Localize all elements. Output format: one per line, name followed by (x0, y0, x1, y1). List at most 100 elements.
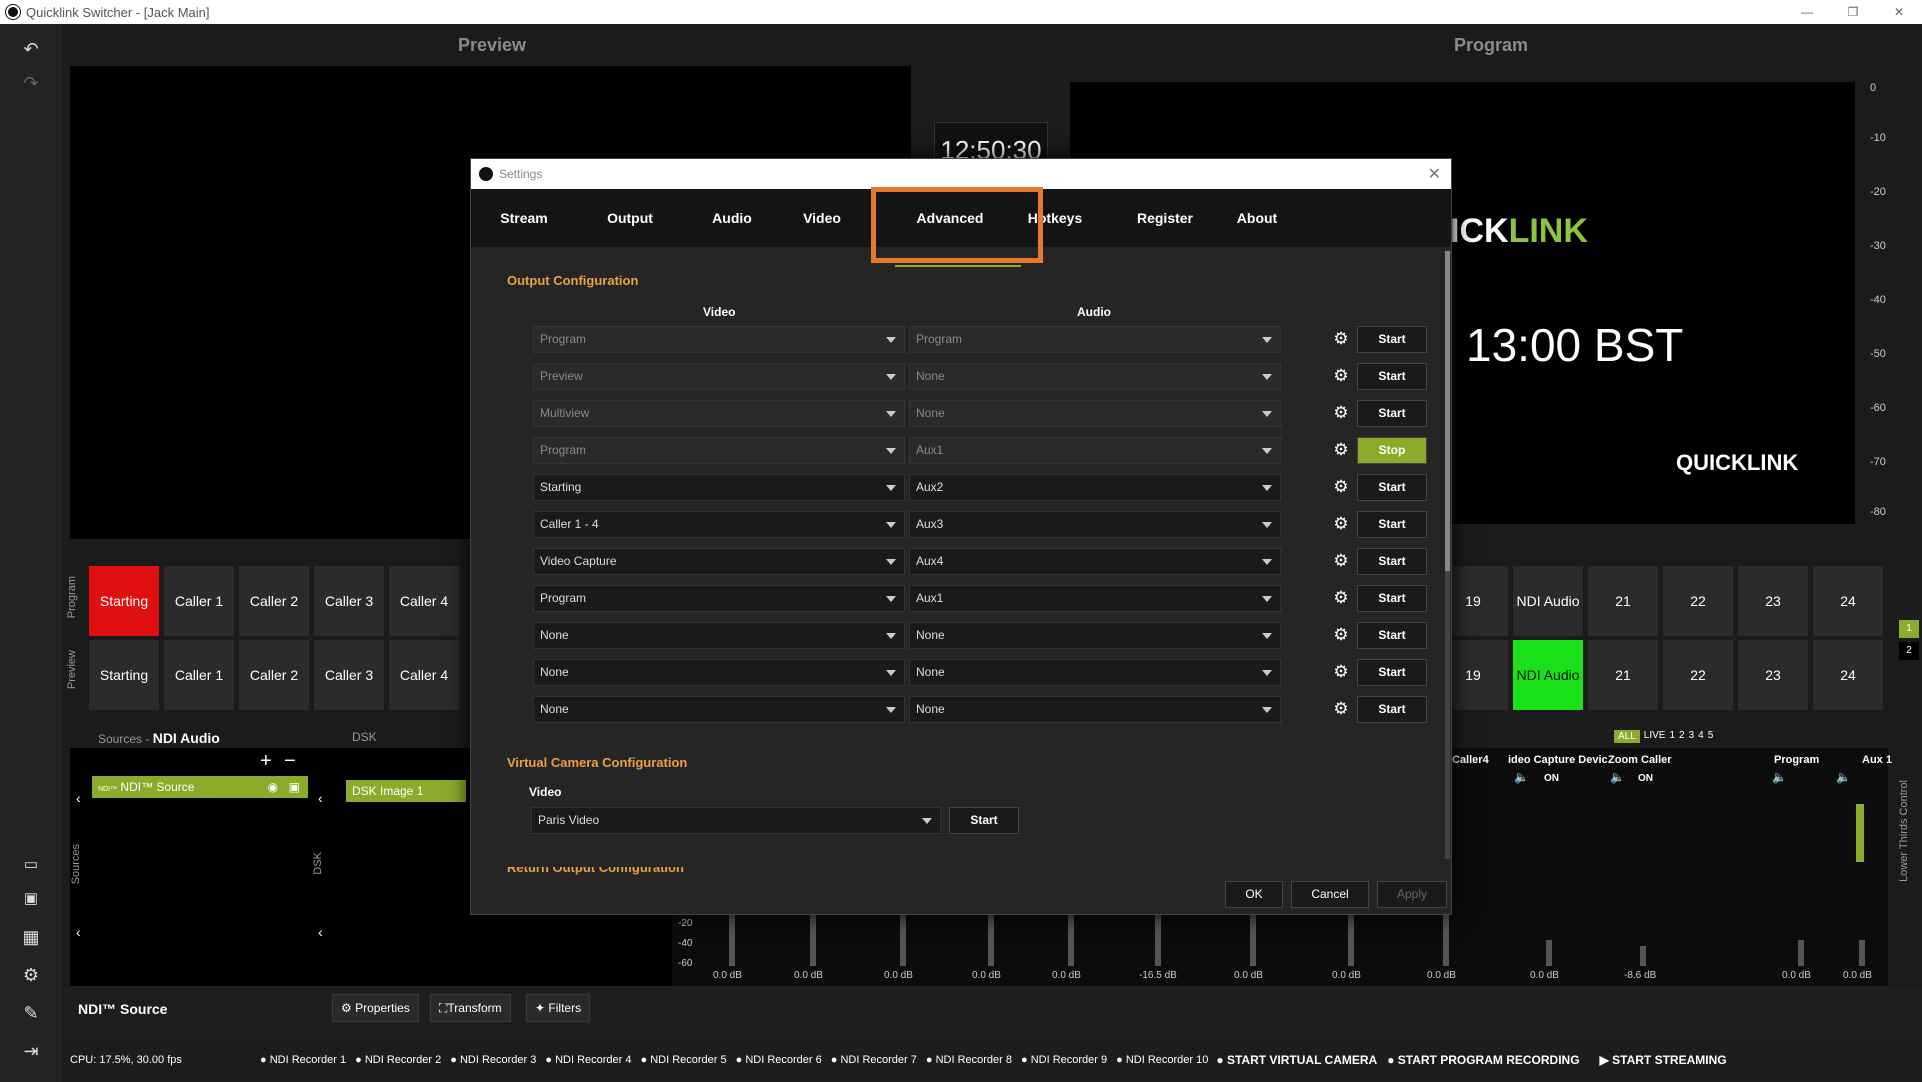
volume-fader[interactable] (1348, 910, 1354, 966)
program-source-button[interactable]: Starting (89, 566, 159, 636)
program-source-button[interactable]: 23 (1738, 566, 1808, 636)
program-source-button[interactable]: NDI Audio (1513, 566, 1583, 636)
recorder-button[interactable]: ● NDI Recorder 7 (831, 1054, 917, 1066)
preview-source-button[interactable]: 22 (1663, 640, 1733, 710)
recorder-button[interactable]: ● NDI Recorder 3 (450, 1054, 536, 1066)
tab-audio[interactable]: Audio (697, 189, 767, 247)
collapse-left-icon[interactable]: ‹ (76, 924, 81, 940)
volume-fader[interactable] (1859, 940, 1865, 966)
volume-fader[interactable] (1068, 910, 1074, 966)
speaker-icon[interactable]: 🔈 (1836, 770, 1851, 784)
gear-icon[interactable]: ⚙ (1331, 588, 1351, 608)
output-audio-select[interactable]: Aux4 (909, 548, 1281, 575)
collapse-left-icon[interactable]: ‹ (76, 790, 81, 806)
speaker-icon[interactable]: 🔈 (1772, 770, 1787, 784)
recorder-button[interactable]: ● NDI Recorder 6 (736, 1054, 822, 1066)
tab-about[interactable]: About (1217, 189, 1297, 247)
transform-button[interactable]: ⛶Transform (430, 994, 511, 1022)
dialog-scrollbar-thumb[interactable] (1445, 251, 1450, 571)
preview-source-button[interactable]: Starting (89, 640, 159, 710)
output-video-select[interactable]: Multiview (533, 400, 905, 427)
virtual-camera-button[interactable]: ● START VIRTUAL CAMERA (1216, 1053, 1377, 1067)
add-source-icon[interactable]: + (260, 750, 272, 773)
collapse-left-icon[interactable]: ‹ (318, 924, 323, 940)
output-audio-select[interactable]: None (909, 622, 1281, 649)
output-action-button[interactable]: Stop (1357, 437, 1427, 464)
filter-4[interactable]: 4 (1698, 730, 1704, 743)
output-action-button[interactable]: Start (1357, 363, 1427, 390)
output-action-button[interactable]: Start (1357, 696, 1427, 723)
output-action-button[interactable]: Start (1357, 622, 1427, 649)
virtual-video-select[interactable]: Paris Video (531, 807, 941, 834)
undo-icon[interactable]: ↶ (20, 38, 42, 60)
tools-icon[interactable]: ✎ (20, 1002, 42, 1024)
output-video-select[interactable]: Caller 1 - 4 (533, 511, 905, 538)
gear-icon[interactable]: ⚙ (1331, 551, 1351, 571)
streaming-button[interactable]: ▶ START STREAMING (1600, 1053, 1727, 1067)
recorder-button[interactable]: ● NDI Recorder 1 (260, 1054, 346, 1066)
ok-button[interactable]: OK (1225, 881, 1283, 908)
properties-button[interactable]: ⚙ Properties (332, 994, 419, 1022)
output-video-select[interactable]: Program (533, 585, 905, 612)
grid-icon[interactable]: ▦ (20, 926, 42, 948)
program-recording-button[interactable]: ● START PROGRAM RECORDING (1387, 1053, 1579, 1067)
page-badge-1[interactable]: 1 (1899, 620, 1919, 638)
on-label[interactable]: ON (1638, 773, 1653, 784)
tab-output[interactable]: Output (595, 189, 665, 247)
exit-icon[interactable]: ⇥ (20, 1040, 42, 1062)
display-settings-icon[interactable]: ▣ (20, 888, 42, 910)
program-source-button[interactable]: Caller 2 (239, 566, 309, 636)
remove-source-icon[interactable]: − (284, 750, 296, 773)
output-action-button[interactable]: Start (1357, 659, 1427, 686)
gear-icon[interactable]: ⚙ (1331, 440, 1351, 460)
recorder-button[interactable]: ● NDI Recorder 5 (641, 1054, 727, 1066)
close-window-button[interactable]: ✕ (1876, 0, 1922, 24)
maximize-button[interactable]: ❐ (1830, 0, 1876, 24)
volume-fader[interactable] (1443, 910, 1449, 966)
gear-icon[interactable]: ⚙ (1331, 477, 1351, 497)
speaker-icon[interactable]: 🔈 (1610, 770, 1625, 784)
gear-icon[interactable]: ⚙ (20, 964, 42, 986)
collapse-left-icon[interactable]: ‹ (318, 790, 323, 806)
volume-fader[interactable] (1798, 940, 1804, 966)
output-video-select[interactable]: Video Capture (533, 548, 905, 575)
minimize-button[interactable]: — (1784, 0, 1830, 24)
speaker-icon[interactable]: 🔈 (1514, 770, 1529, 784)
gear-icon[interactable]: ⚙ (1331, 625, 1351, 645)
gear-icon[interactable]: ⚙ (1331, 699, 1351, 719)
preview-source-button[interactable]: 24 (1813, 640, 1883, 710)
preview-source-button[interactable]: 21 (1588, 640, 1658, 710)
program-source-button[interactable]: 22 (1663, 566, 1733, 636)
preview-source-button[interactable]: Caller 4 (389, 640, 459, 710)
recorder-button[interactable]: ● NDI Recorder 8 (926, 1054, 1012, 1066)
output-video-select[interactable]: None (533, 622, 905, 649)
program-source-button[interactable]: 21 (1588, 566, 1658, 636)
program-source-button[interactable]: Caller 1 (164, 566, 234, 636)
output-video-select[interactable]: Starting (533, 474, 905, 501)
preview-source-button[interactable]: NDI Audio (1513, 640, 1583, 710)
gear-icon[interactable]: ⚙ (1331, 662, 1351, 682)
output-audio-select[interactable]: None (909, 696, 1281, 723)
monitor-icon[interactable]: ▭ (20, 854, 42, 876)
output-action-button[interactable]: Start (1357, 400, 1427, 427)
filter-live[interactable]: LIVE (1644, 730, 1666, 743)
filter-3[interactable]: 3 (1689, 730, 1695, 743)
volume-fader[interactable] (810, 910, 816, 966)
output-audio-select[interactable]: None (909, 363, 1281, 390)
output-audio-select[interactable]: None (909, 400, 1281, 427)
output-video-select[interactable]: Preview (533, 363, 905, 390)
volume-fader[interactable] (1250, 910, 1256, 966)
volume-fader[interactable] (900, 910, 906, 966)
output-audio-select[interactable]: Aux2 (909, 474, 1281, 501)
tab-register[interactable]: Register (1125, 189, 1205, 247)
close-icon[interactable]: ✕ (1428, 164, 1441, 184)
tab-stream[interactable]: Stream (489, 189, 559, 247)
preview-source-button[interactable]: Caller 2 (239, 640, 309, 710)
gear-icon[interactable]: ⚙ (1331, 366, 1351, 386)
program-source-button[interactable]: 24 (1813, 566, 1883, 636)
output-audio-select[interactable]: Program (909, 326, 1281, 353)
output-action-button[interactable]: Start (1357, 548, 1427, 575)
dsk-item[interactable]: DSK Image 1 (346, 780, 466, 802)
recorder-button[interactable]: ● NDI Recorder 4 (545, 1054, 631, 1066)
output-video-select[interactable]: Program (533, 437, 905, 464)
